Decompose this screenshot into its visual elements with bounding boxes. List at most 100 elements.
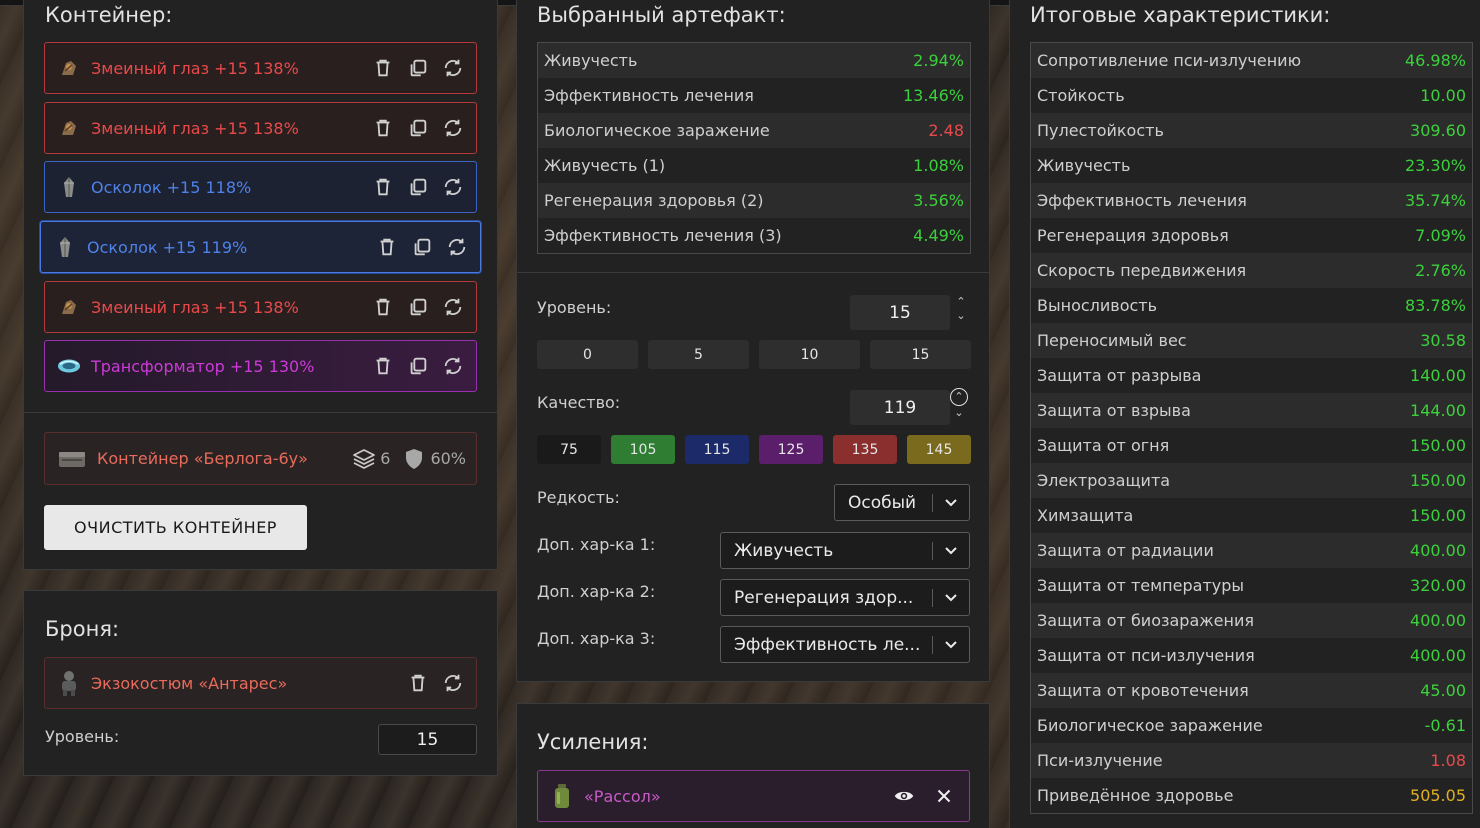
stat-label: Защита от пси-излучения — [1037, 646, 1255, 665]
stat-label: Переносимый вес — [1037, 331, 1187, 350]
extra1-select[interactable]: Живучесть — [720, 532, 970, 569]
level-preset-button[interactable]: 10 — [759, 340, 860, 369]
level-preset-button[interactable]: 5 — [648, 340, 749, 369]
copy-icon[interactable] — [405, 55, 431, 81]
armor-item[interactable]: Экзокостюм «Антарес» — [44, 657, 477, 709]
stat-value: 30.58 — [1420, 331, 1466, 350]
refresh-icon[interactable] — [440, 294, 466, 320]
stat-label: Биологическое заражение — [1037, 716, 1263, 735]
transformer-icon — [57, 354, 81, 378]
chevron-down-icon[interactable]: ⌄ — [956, 309, 965, 323]
refresh-icon[interactable] — [444, 234, 470, 260]
refresh-icon[interactable] — [440, 174, 466, 200]
armor-name: Экзокостюм «Антарес» — [91, 673, 288, 693]
container-protection: 60% — [430, 449, 466, 468]
stat-value: 150.00 — [1410, 436, 1466, 455]
chevron-up-icon[interactable]: ⌃ — [950, 388, 968, 406]
delete-icon[interactable] — [370, 294, 396, 320]
stat-label: Химзащита — [1037, 506, 1134, 525]
stat-value: 144.00 — [1410, 401, 1466, 420]
container-title: Контейнер: — [45, 3, 173, 27]
extra2-label: Доп. хар-ка 2: — [537, 582, 656, 601]
stat-label: Выносливость — [1037, 296, 1158, 315]
stat-label: Сопротивление пси-излучению — [1037, 51, 1302, 70]
delete-icon[interactable] — [374, 234, 400, 260]
rarity-select[interactable]: Особый — [834, 484, 970, 521]
delete-icon[interactable] — [405, 670, 431, 696]
quality-preset-button[interactable]: 145 — [907, 435, 971, 464]
chevron-down-icon[interactable] — [933, 498, 969, 508]
refresh-icon[interactable] — [440, 353, 466, 379]
delete-icon[interactable] — [370, 353, 396, 379]
level-stepper[interactable]: ⌃ ⌄ — [953, 295, 969, 323]
stat-row: Химзащита 150.00 — [1031, 498, 1472, 533]
extra3-label: Доп. хар-ка 3: — [537, 629, 656, 648]
container-box-icon — [57, 447, 87, 471]
copy-icon[interactable] — [405, 115, 431, 141]
chevron-up-icon[interactable]: ⌃ — [956, 295, 965, 309]
quality-input[interactable]: 119 — [850, 390, 950, 425]
chevron-down-icon[interactable] — [933, 546, 969, 556]
quality-preset-button[interactable]: 125 — [759, 435, 823, 464]
chevron-down-icon[interactable] — [933, 640, 969, 650]
stat-value: 7.09% — [1415, 226, 1466, 245]
stat-row: Защита от кровотечения 45.00 — [1031, 673, 1472, 708]
refresh-icon[interactable] — [440, 55, 466, 81]
stat-label: Скорость передвижения — [1037, 261, 1247, 280]
boost-item[interactable]: «Рассол» — [537, 770, 970, 822]
stat-row: Приведённое здоровье 505.05 — [1031, 778, 1472, 813]
artifact-item[interactable]: Змеиный глаз +15 138% — [44, 102, 477, 154]
copy-icon[interactable] — [405, 353, 431, 379]
stat-value: 45.00 — [1420, 681, 1466, 700]
stat-row: Защита от огня 150.00 — [1031, 428, 1472, 463]
stat-value: 1.08% — [913, 156, 964, 175]
level-preset-button[interactable]: 15 — [870, 340, 971, 369]
stat-value: 23.30% — [1404, 156, 1466, 175]
stat-row: Регенерация здоровья (2) 3.56% — [538, 183, 970, 218]
chevron-down-icon[interactable]: ⌄ — [954, 406, 963, 420]
artifact-item[interactable]: Осколок +15 118% — [44, 161, 477, 213]
level-preset-button[interactable]: 0 — [537, 340, 638, 369]
delete-icon[interactable] — [370, 115, 396, 141]
extra2-value: Регенерация здор... — [734, 587, 914, 608]
delete-icon[interactable] — [370, 55, 396, 81]
refresh-icon[interactable] — [440, 670, 466, 696]
stat-value: 150.00 — [1410, 506, 1466, 525]
armor-level-value: 15 — [416, 729, 439, 750]
clear-container-button[interactable]: ОЧИСТИТЬ КОНТЕЙНЕР — [44, 505, 307, 550]
shard-icon — [57, 175, 81, 199]
stat-row: Защита от радиации 400.00 — [1031, 533, 1472, 568]
stat-value: 1.08 — [1430, 751, 1466, 770]
quality-preset-button[interactable]: 115 — [685, 435, 749, 464]
extra3-select[interactable]: Эффективность ле... — [720, 626, 970, 663]
extra2-select[interactable]: Регенерация здор... — [720, 579, 970, 616]
close-icon[interactable] — [931, 783, 957, 809]
delete-icon[interactable] — [370, 174, 396, 200]
artifact-item[interactable]: Трансформатор +15 130% — [44, 340, 477, 392]
chevron-down-icon[interactable] — [933, 593, 969, 603]
quality-preset-button[interactable]: 105 — [611, 435, 675, 464]
stat-label: Живучесть (1) — [544, 156, 666, 175]
artifact-item[interactable]: Змеиный глаз +15 138% — [44, 42, 477, 94]
quality-stepper[interactable]: ⌃ ⌄ — [950, 388, 968, 420]
copy-icon[interactable] — [405, 174, 431, 200]
copy-icon[interactable] — [405, 294, 431, 320]
extra3-value: Эффективность ле... — [734, 634, 921, 655]
layers-icon — [352, 447, 376, 471]
armor-title: Броня: — [45, 617, 120, 641]
stat-row: Защита от разрыва 140.00 — [1031, 358, 1472, 393]
level-input[interactable]: 15 — [850, 295, 950, 330]
copy-icon[interactable] — [409, 234, 435, 260]
artifact-item[interactable]: Осколок +15 119% — [40, 221, 481, 273]
armor-level-input[interactable]: 15 — [378, 724, 477, 755]
stat-value: 2.48 — [928, 121, 964, 140]
stat-label: Живучесть — [544, 51, 638, 70]
artifact-item[interactable]: Змеиный глаз +15 138% — [44, 281, 477, 333]
shield-icon — [404, 448, 424, 470]
quality-preset-button[interactable]: 135 — [833, 435, 897, 464]
container-item[interactable]: Контейнер «Берлога-6у» 6 60% — [44, 432, 477, 485]
refresh-icon[interactable] — [440, 115, 466, 141]
stat-row: Защита от температуры 320.00 — [1031, 568, 1472, 603]
quality-preset-button[interactable]: 75 — [537, 435, 601, 464]
eye-icon[interactable] — [891, 783, 917, 809]
